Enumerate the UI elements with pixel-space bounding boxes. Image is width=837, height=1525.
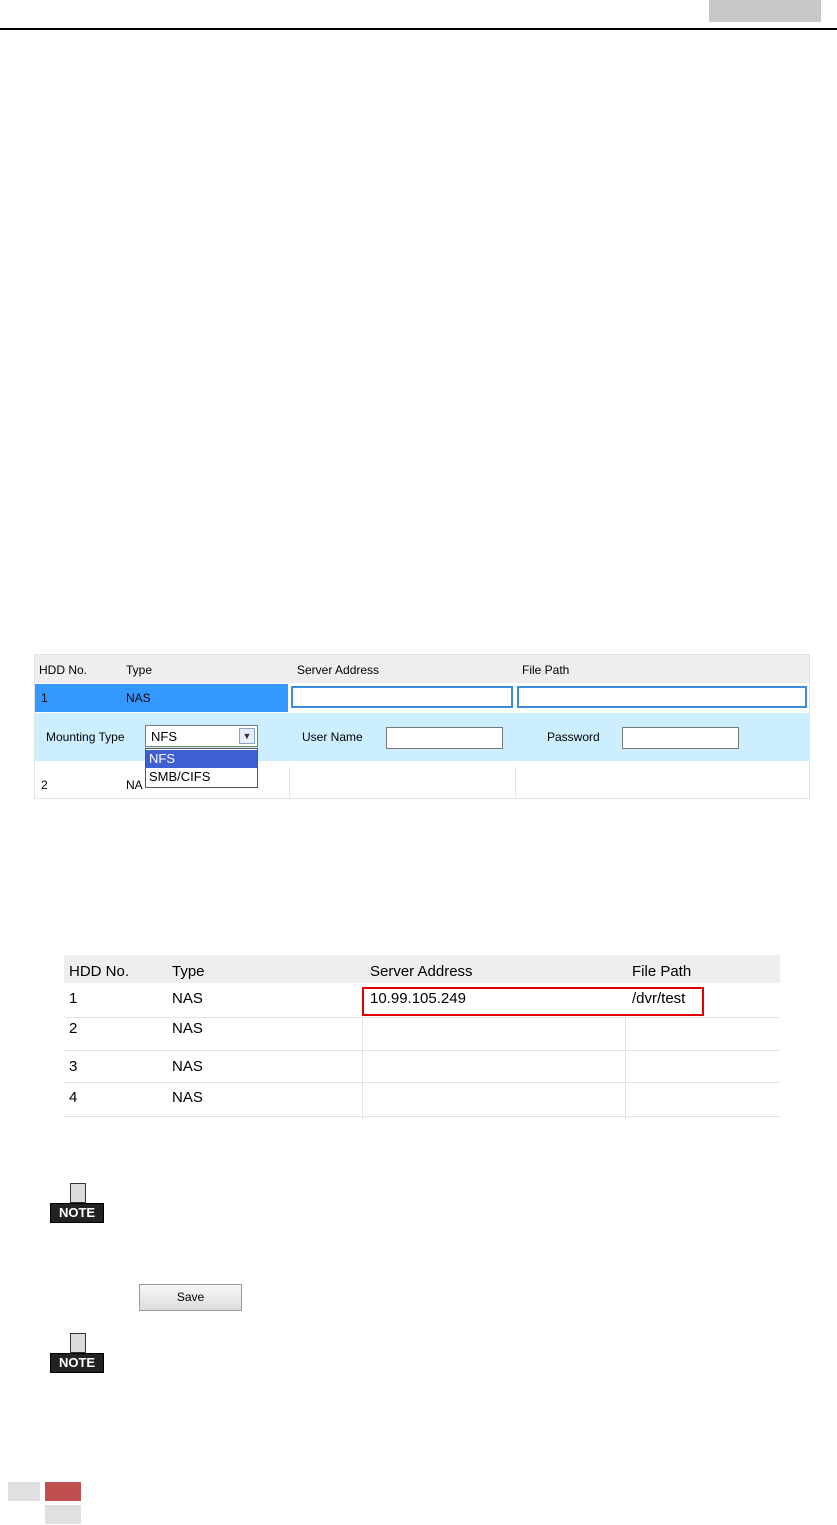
option-smb-cifs[interactable]: SMB/CIFS [146,768,257,786]
header-rule [0,28,837,30]
cell-hdd-no: 2 [41,778,48,792]
cell-type: NAS [172,990,203,1007]
row-divider [64,1017,780,1018]
cell-type: NAS [172,1020,203,1037]
col-type: Type [172,963,205,980]
note-label: NOTE [50,1203,104,1223]
option-nfs[interactable]: NFS [146,750,257,768]
file-path-input[interactable] [517,686,807,708]
user-name-label: User Name [302,730,363,744]
highlight-box [362,987,704,1016]
col-type: Type [126,663,153,677]
cell-type: NA [126,778,143,792]
cell-hdd-no: 1 [41,691,48,705]
note-label: NOTE [50,1353,104,1373]
col-hdd-no: HDD No. [39,663,88,677]
row-divider [64,1082,780,1083]
row-selection-highlight [35,684,288,712]
mounting-type-select[interactable]: NFS ▼ [145,725,258,747]
column-divider [625,1017,626,1119]
note-icon: NOTE [48,1183,104,1227]
table-row-selected[interactable]: 1 NAS [35,684,809,712]
column-divider [362,1017,363,1119]
cell-type: NAS [126,691,151,705]
password-input[interactable] [622,727,739,749]
col-file-path: File Path [632,963,692,980]
col-file-path: File Path [522,663,570,677]
col-hdd-no: HDD No. [69,963,130,980]
save-button[interactable]: Save [139,1284,242,1311]
mounting-type-options: NFS SMB/CIFS [145,748,258,788]
table-header: HDD No. Type Server Address File Path [35,655,809,683]
header-tab [709,0,821,22]
footer-block [45,1505,81,1524]
user-name-input[interactable] [386,727,503,749]
cell-hdd-no: 3 [69,1058,78,1075]
hdd-result-table: HDD No. Type Server Address File Path 1 … [64,955,780,1119]
cell-type: NAS [172,1058,203,1075]
col-server-address: Server Address [297,663,380,677]
row-divider [64,1116,780,1117]
cell-hdd-no: 4 [69,1089,78,1106]
pencil-icon [70,1333,86,1353]
footer-block-accent [45,1482,81,1501]
chevron-down-icon[interactable]: ▼ [239,728,255,744]
pencil-icon [70,1183,86,1203]
cell-type: NAS [172,1089,203,1106]
note-icon: NOTE [48,1333,104,1377]
cell-hdd-no: 2 [69,1020,78,1037]
column-divider [289,767,290,797]
cell-hdd-no: 1 [69,990,78,1007]
password-label: Password [547,730,600,744]
row-divider [64,1050,780,1051]
mounting-type-label: Mounting Type [46,730,125,744]
column-divider [515,767,516,797]
mounting-type-value: NFS [151,729,177,744]
footer-block [8,1482,40,1501]
col-server-address: Server Address [370,963,473,980]
server-address-input[interactable] [291,686,513,708]
table-header: HDD No. Type Server Address File Path [64,955,780,983]
